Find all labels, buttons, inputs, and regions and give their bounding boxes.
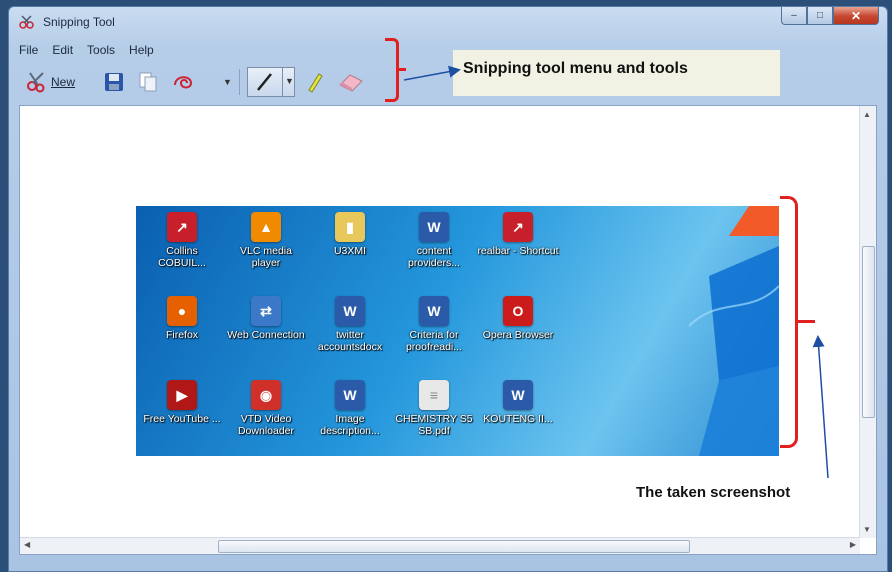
desktop-icon-grid: ↗ Collins COBUIL... ▲ VLC media player ▮ U3XM… bbox=[140, 212, 570, 456]
vertical-scrollbar[interactable]: ▲ ▼ bbox=[859, 106, 876, 538]
screenshot-bracket bbox=[780, 196, 815, 448]
network-icon: ⇄ bbox=[251, 296, 281, 326]
menu-help[interactable]: Help bbox=[129, 43, 154, 57]
word-doc-icon: W bbox=[503, 380, 533, 410]
desktop-icon-label: twitter accountsdocx bbox=[317, 329, 383, 353]
eraser-button[interactable] bbox=[337, 67, 365, 97]
horizontal-scrollbar[interactable]: ◀ ▶ bbox=[20, 537, 860, 554]
captured-screenshot: ↗ Collins COBUIL... ▲ VLC media player ▮ U3XM… bbox=[136, 206, 779, 456]
desktop-icon-label: Web Connection bbox=[227, 329, 305, 341]
desktop-icon[interactable]: ↗ Collins COBUIL... bbox=[140, 212, 224, 296]
toolbar-separator bbox=[239, 69, 240, 95]
chevron-down-icon[interactable]: ▼ bbox=[285, 76, 294, 86]
save-icon bbox=[105, 73, 123, 91]
desktop-icon-label: Opera Browser bbox=[482, 329, 554, 341]
scroll-right-icon[interactable]: ▶ bbox=[850, 540, 856, 549]
desktop-icon[interactable]: ▶ Free YouTube ... bbox=[140, 380, 224, 456]
toolbar-callout-text: Snipping tool menu and tools bbox=[463, 60, 688, 77]
menu-bar: File Edit Tools Help bbox=[19, 43, 154, 57]
desktop-icon-label: VTD Video Downloader bbox=[237, 413, 295, 437]
menu-file[interactable]: File bbox=[19, 43, 38, 57]
highlighter-icon bbox=[308, 73, 323, 93]
scissors-app-icon bbox=[19, 15, 34, 29]
new-snip-button[interactable]: New bbox=[25, 67, 75, 97]
desktop-icon[interactable]: ◉ VTD Video Downloader bbox=[224, 380, 308, 456]
pen-button[interactable]: ▼ bbox=[247, 67, 295, 97]
desktop-icon-label: content providers... bbox=[408, 245, 460, 269]
vtd-icon: ◉ bbox=[251, 380, 281, 410]
menu-tools[interactable]: Tools bbox=[87, 43, 115, 57]
desktop-icon-label: Criteria for proofreadi... bbox=[405, 329, 463, 353]
windows-logo-icon bbox=[689, 206, 779, 456]
close-button[interactable]: ✕ bbox=[833, 7, 879, 25]
desktop-icon-label: Collins COBUIL... bbox=[158, 245, 206, 269]
scroll-left-icon[interactable]: ◀ bbox=[24, 540, 30, 549]
toolbar-callout: Snipping tool menu and tools bbox=[453, 50, 780, 96]
maximize-icon: □ bbox=[816, 10, 824, 21]
folder-icon: ▮ bbox=[335, 212, 365, 242]
close-icon: ✕ bbox=[850, 8, 862, 23]
screenshot-caption: The taken screenshot bbox=[636, 484, 791, 501]
desktop-icon[interactable]: Wtwitter accountsdocx bbox=[308, 296, 392, 380]
desktop-icon-label: U3XMI bbox=[333, 245, 367, 257]
desktop-icon[interactable]: O Opera Browser bbox=[476, 296, 560, 380]
vertical-scroll-thumb[interactable] bbox=[862, 246, 875, 418]
desktop-icon[interactable]: ▲ VLC media player bbox=[224, 212, 308, 296]
desktop-icon-label: Free YouTube ... bbox=[143, 413, 221, 425]
desktop-icon[interactable]: W KOUTENG II... bbox=[476, 380, 560, 456]
copy-button[interactable] bbox=[137, 67, 159, 97]
tv-icon: ▶ bbox=[167, 380, 197, 410]
save-button[interactable] bbox=[103, 67, 125, 97]
red-app-shortcut-icon: ↗ bbox=[503, 212, 533, 242]
minimize-button[interactable]: – bbox=[781, 7, 807, 25]
desktop-icon-label: realbar - Shortcut bbox=[477, 245, 559, 257]
opera-icon: O bbox=[503, 296, 533, 326]
eraser-icon bbox=[339, 74, 363, 92]
desktop-icon-label: KOUTENG II... bbox=[483, 413, 553, 425]
send-snip-button[interactable] bbox=[171, 67, 195, 97]
desktop-icon[interactable]: ↗ realbar - Shortcut bbox=[476, 212, 560, 296]
word-doc-icon: W bbox=[419, 212, 449, 242]
pdf-doc-icon: ≡ bbox=[419, 380, 449, 410]
word-doc-icon: W bbox=[335, 296, 365, 326]
send-snip-icon bbox=[174, 76, 193, 89]
word-doc-icon: W bbox=[335, 380, 365, 410]
desktop-icon[interactable]: ▮ U3XMI bbox=[308, 212, 392, 296]
red-app-shortcut-icon: ↗ bbox=[167, 212, 197, 242]
desktop-icon[interactable]: Wcontent providers... bbox=[392, 212, 476, 296]
highlighter-button[interactable] bbox=[303, 67, 325, 97]
desktop-icon[interactable]: W Criteria for proofreadi... bbox=[392, 296, 476, 380]
desktop-icon-label: CHEMISTRY S5 SB.pdf bbox=[395, 413, 473, 437]
send-snip-dropdown[interactable]: ▼ bbox=[223, 67, 232, 97]
desktop-icon-label: Firefox bbox=[165, 329, 199, 341]
window-title: Snipping Tool bbox=[43, 15, 115, 29]
scroll-down-icon[interactable]: ▼ bbox=[863, 525, 871, 534]
menu-edit[interactable]: Edit bbox=[52, 43, 73, 57]
scroll-up-icon[interactable]: ▲ bbox=[863, 110, 871, 119]
toolbar: New ▼ ▼ bbox=[19, 65, 399, 101]
desktop-icon[interactable]: ⇄ Web Connection bbox=[224, 296, 308, 380]
firefox-icon: ● bbox=[167, 296, 197, 326]
copy-icon bbox=[139, 72, 157, 92]
maximize-button[interactable]: □ bbox=[807, 7, 833, 25]
new-button-label: New bbox=[51, 75, 76, 89]
toolbar-bracket bbox=[385, 38, 406, 102]
minimize-icon: – bbox=[791, 10, 797, 21]
title-bar[interactable]: Snipping Tool – □ ✕ bbox=[9, 7, 887, 35]
chevron-down-icon: ▼ bbox=[223, 77, 232, 87]
desktop-icon-label: VLC media player bbox=[240, 245, 292, 269]
desktop-icon[interactable]: W Image description... bbox=[308, 380, 392, 456]
horizontal-scroll-thumb[interactable] bbox=[218, 540, 690, 553]
new-snip-icon bbox=[27, 72, 45, 93]
word-doc-icon: W bbox=[419, 296, 449, 326]
desktop-icon[interactable]: ● Firefox bbox=[140, 296, 224, 380]
desktop-icon[interactable]: ≡ CHEMISTRY S5 SB.pdf bbox=[392, 380, 476, 456]
vlc-cone-icon: ▲ bbox=[251, 212, 281, 242]
pen-icon bbox=[257, 73, 272, 91]
desktop-icon-label: Image description... bbox=[320, 413, 380, 437]
